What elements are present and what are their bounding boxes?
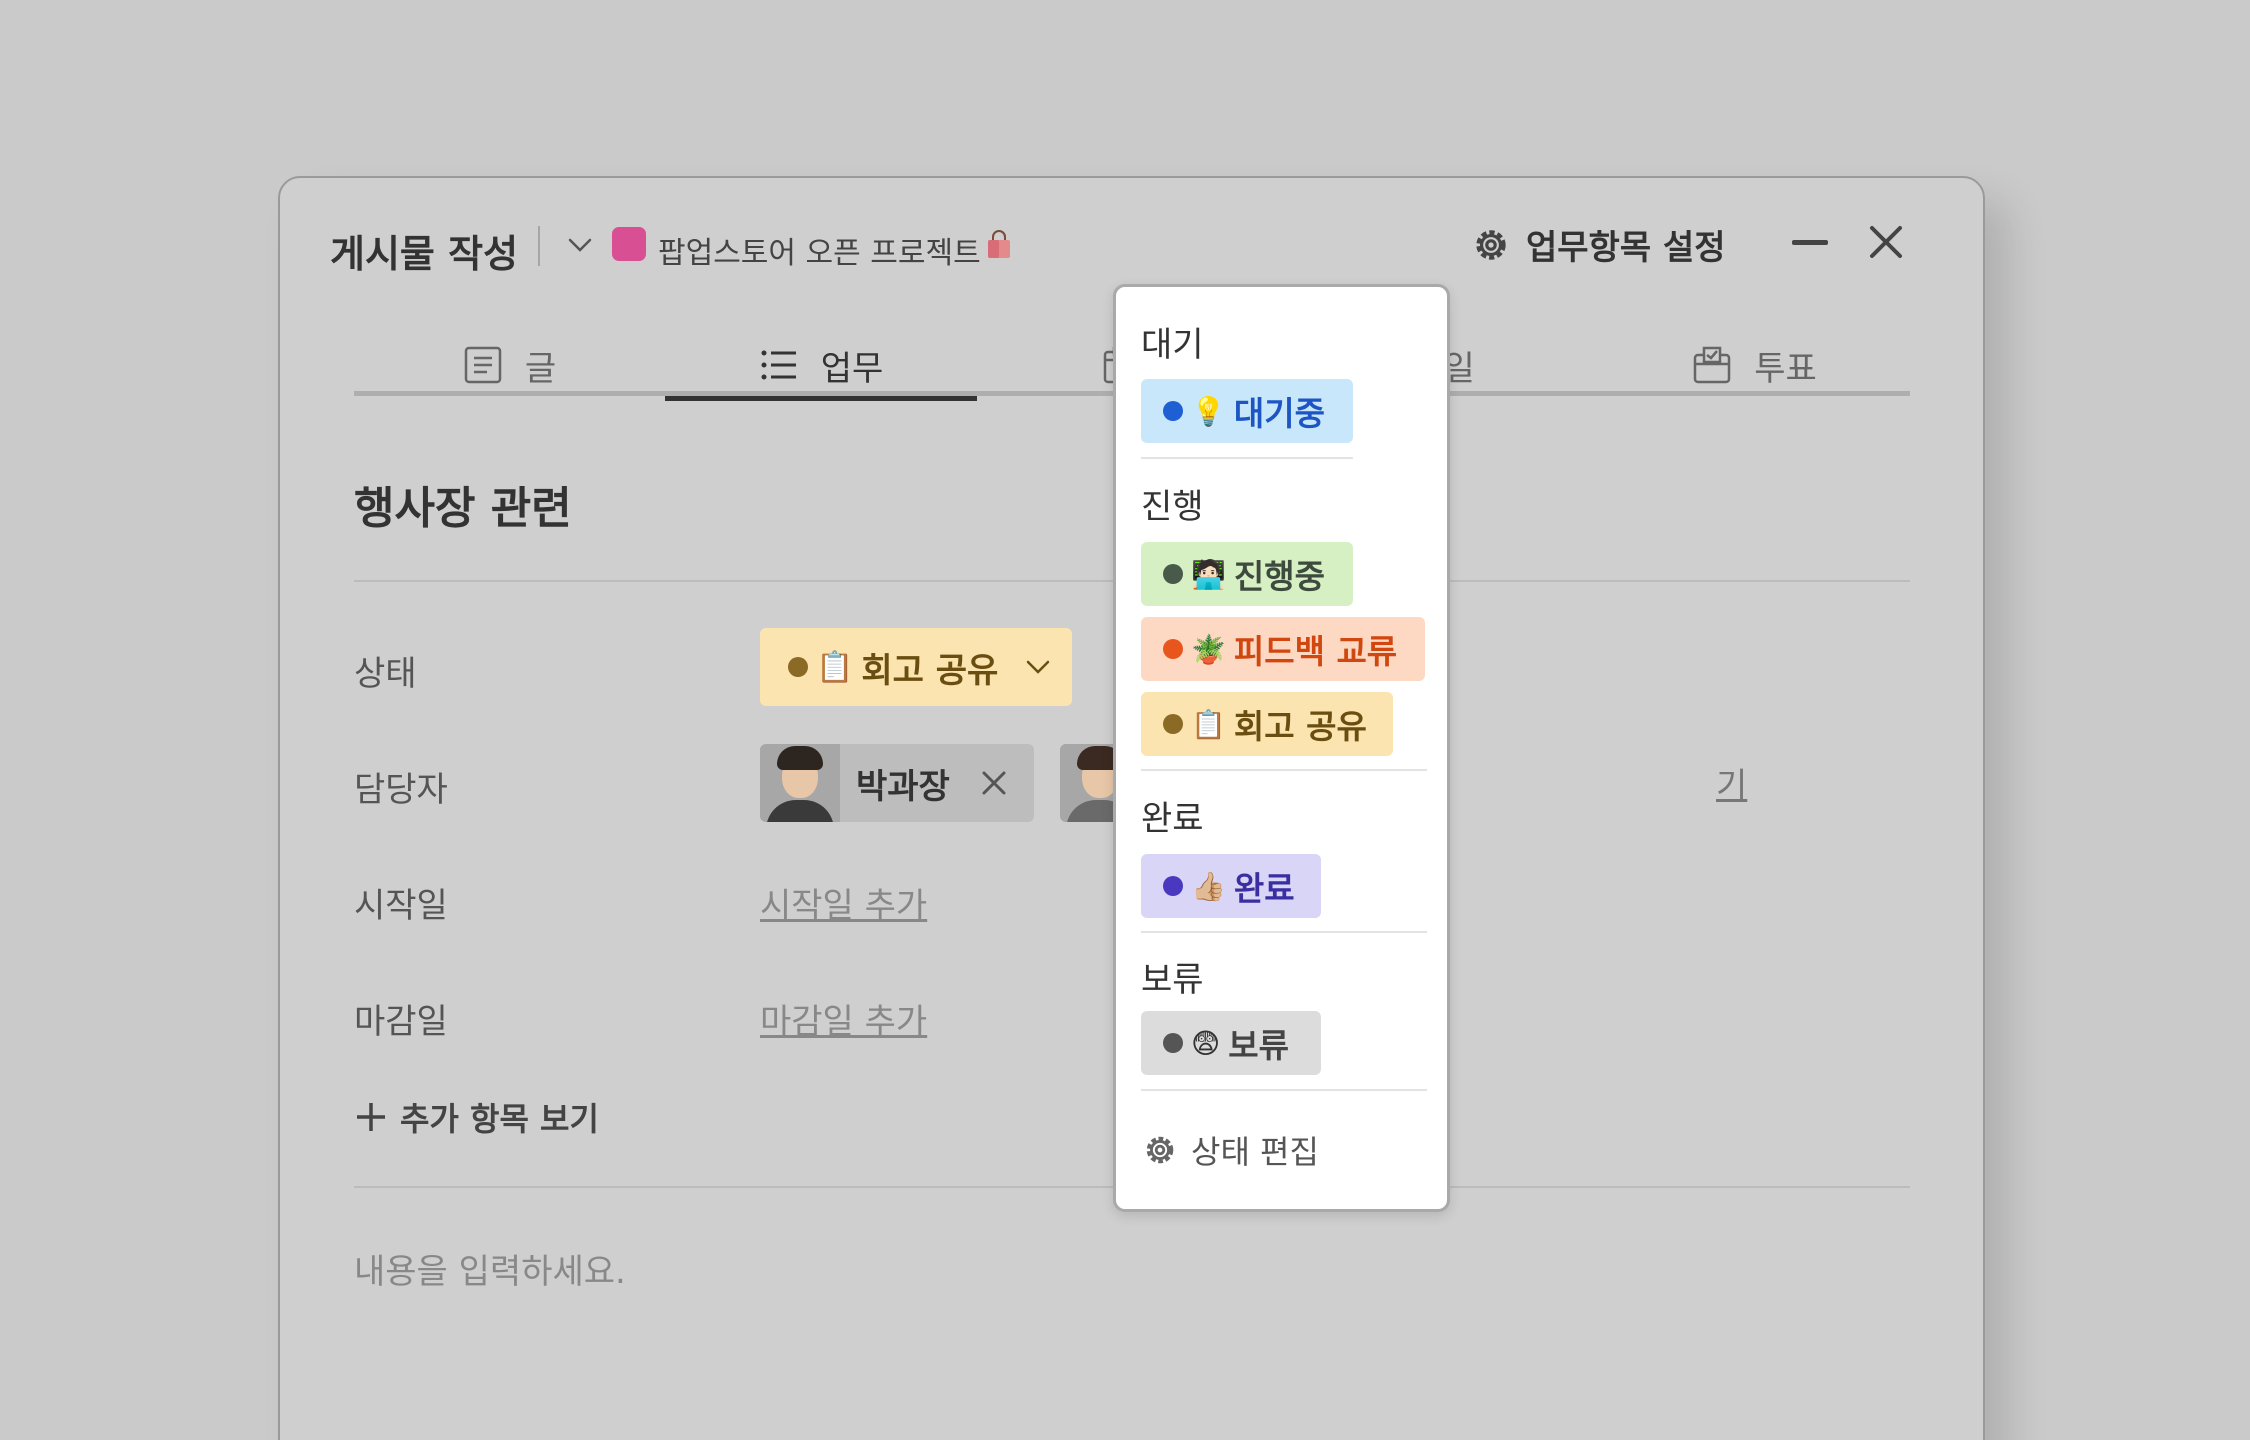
group-label-in-progress: 진행	[1141, 487, 1204, 527]
assignee-add-link[interactable]: 기	[1716, 758, 1747, 807]
plus-icon	[357, 1103, 385, 1131]
assignee-label: 담당자	[354, 770, 448, 810]
menu-divider	[1141, 457, 1353, 459]
status-option-label: 완료	[1233, 869, 1295, 908]
status-dot	[1163, 876, 1183, 896]
tab-label: 글	[524, 348, 557, 389]
minimize-button[interactable]	[1792, 240, 1828, 245]
group-label-hold: 보류	[1141, 960, 1204, 1000]
status-option-label: 대기중	[1233, 394, 1325, 433]
task-title[interactable]: 행사장 관련	[354, 472, 572, 536]
menu-divider	[1141, 931, 1427, 933]
status-dot	[1163, 639, 1183, 659]
assignee-chip-2[interactable]	[1060, 744, 1120, 822]
tab-label: 업무	[820, 348, 884, 389]
start-date-label: 시작일	[354, 886, 448, 926]
vote-box-icon	[1693, 346, 1731, 384]
content-input[interactable]: 내용을 입력하세요.	[354, 1244, 626, 1293]
status-dot	[1163, 1033, 1183, 1053]
edit-status-label: 상태 편집	[1191, 1133, 1319, 1171]
status-option-label: 보류	[1228, 1026, 1289, 1065]
status-option-label: 회고 공유	[1233, 707, 1367, 746]
gear-icon	[1146, 1136, 1174, 1164]
status-option-waiting[interactable]: 💡 대기중	[1141, 379, 1353, 443]
status-dot	[1163, 714, 1183, 734]
assignee-name: 박과장	[856, 766, 950, 807]
lightbulb-icon: 💡	[1191, 394, 1226, 428]
status-option-hold[interactable]: 😨 보류	[1141, 1011, 1321, 1075]
task-settings-button[interactable]: 업무항목 설정	[1470, 220, 1726, 269]
status-value: 회고 공유	[861, 650, 999, 691]
tab-label: 투표	[1754, 348, 1817, 389]
clipboard-icon: 📋	[816, 649, 854, 685]
technologist-icon: 🧑🏻‍💻	[1191, 557, 1226, 591]
clipboard-icon: 📋	[1191, 707, 1226, 741]
due-date-label: 마감일	[354, 1002, 448, 1042]
status-option-done[interactable]: 👍🏼 완료	[1141, 854, 1321, 918]
status-dot	[1163, 401, 1183, 421]
shopping-bag-icon	[988, 230, 1010, 258]
remove-assignee-icon[interactable]	[980, 769, 1008, 797]
fearful-face-icon: 😨	[1191, 1026, 1221, 1060]
edit-status-button[interactable]: 상태 편집	[1141, 1127, 1319, 1173]
chevron-down-icon[interactable]	[567, 232, 593, 258]
status-option-feedback[interactable]: 🪴 피드백 교류	[1141, 617, 1425, 681]
show-more-fields-label: 추가 항목 보기	[400, 1100, 599, 1138]
gear-icon	[1476, 229, 1506, 260]
modal-title: 게시물 작성	[330, 232, 519, 276]
status-label: 상태	[354, 654, 417, 694]
project-selector[interactable]: 팝업스토어 오픈 프로젝트	[658, 228, 981, 272]
project-color-swatch	[612, 227, 646, 261]
status-option-label: 피드백 교류	[1233, 632, 1398, 671]
task-settings-label: 업무항목 설정	[1526, 228, 1726, 268]
list-icon	[761, 350, 796, 380]
status-dot	[1163, 564, 1183, 584]
chevron-down-icon	[1027, 660, 1050, 674]
menu-divider	[1141, 1089, 1427, 1091]
assignee-chip[interactable]: 박과장	[760, 744, 1034, 822]
document-icon	[464, 346, 502, 384]
status-option-label: 진행중	[1233, 557, 1325, 596]
add-due-date-link[interactable]: 마감일 추가	[760, 994, 927, 1043]
status-option-in-progress[interactable]: 🧑🏻‍💻 진행중	[1141, 542, 1353, 606]
status-dot	[788, 657, 808, 677]
status-dropdown-menu: 대기 💡 대기중 진행 🧑🏻‍💻 진행중 🪴 피드백 교류 📋 회고 공유 완료…	[1113, 284, 1450, 1212]
thumbs-up-icon: 👍🏼	[1191, 869, 1226, 903]
add-start-date-link[interactable]: 시작일 추가	[760, 878, 927, 927]
status-option-retro[interactable]: 📋 회고 공유	[1141, 692, 1393, 756]
header-divider	[538, 226, 540, 266]
tab-vote[interactable]: 투표	[1599, 334, 1910, 396]
tab-task[interactable]: 업무	[665, 334, 977, 401]
avatar	[760, 744, 840, 822]
group-label-waiting: 대기	[1141, 325, 1204, 365]
tab-post[interactable]: 글	[354, 334, 665, 396]
menu-divider	[1141, 769, 1427, 771]
potted-plant-icon: 🪴	[1191, 632, 1226, 666]
show-more-fields-button[interactable]: 추가 항목 보기	[354, 1094, 599, 1140]
status-dropdown[interactable]: 📋 회고 공유	[760, 628, 1072, 706]
group-label-done: 완료	[1141, 799, 1204, 839]
avatar	[1060, 744, 1120, 822]
close-icon[interactable]	[1866, 222, 1906, 262]
